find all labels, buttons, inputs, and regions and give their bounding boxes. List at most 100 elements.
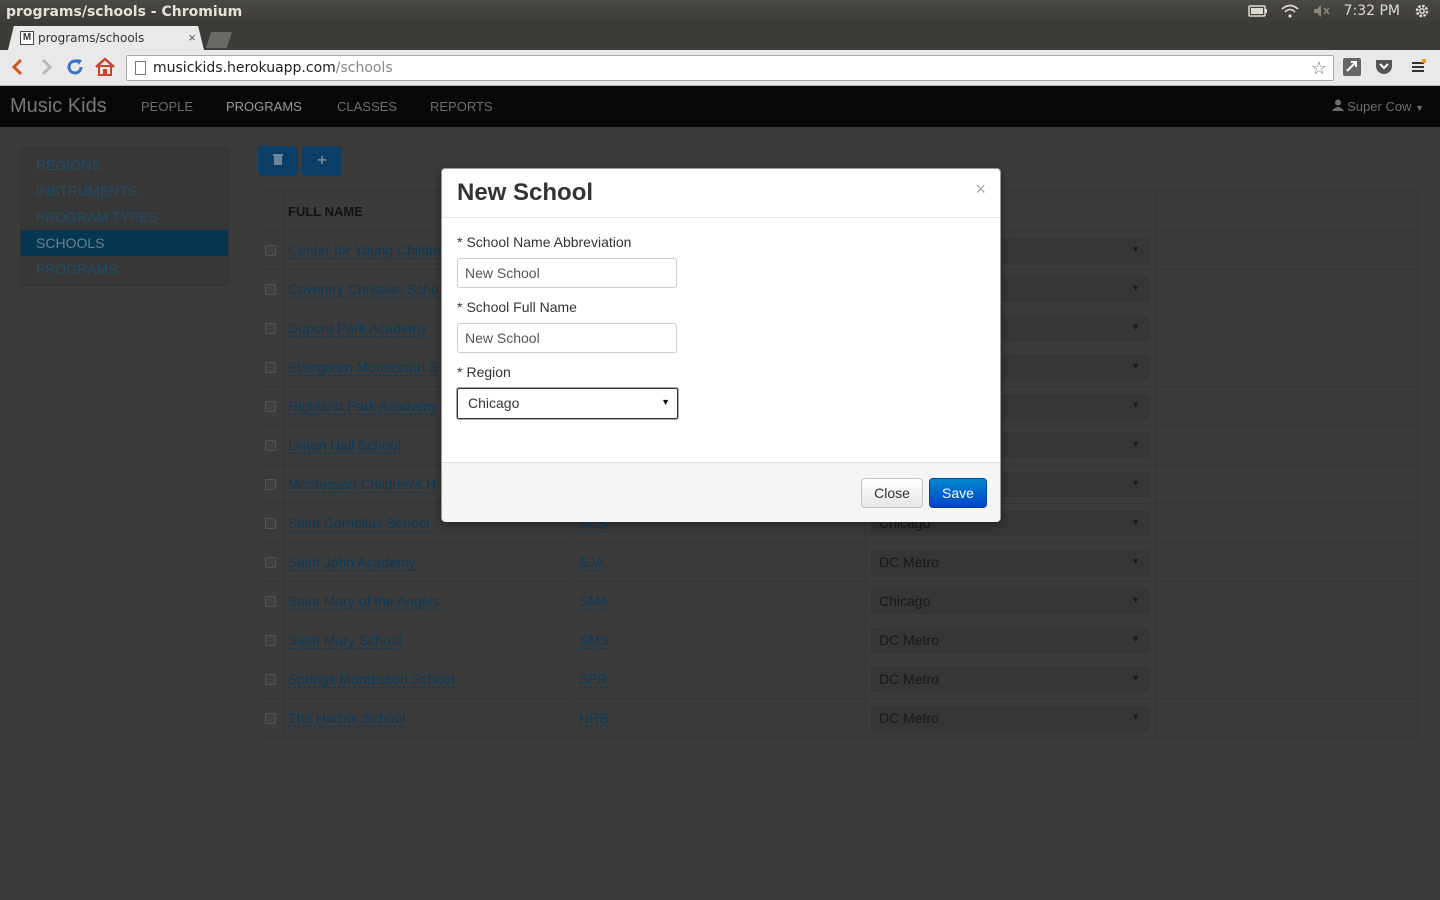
row-checkbox[interactable] xyxy=(265,401,276,412)
favicon-icon: M xyxy=(20,31,34,45)
region-selected-value: Chicago xyxy=(468,395,520,411)
region-value: DC Metro xyxy=(879,710,939,726)
school-name-link[interactable]: Saint John Academy xyxy=(288,554,416,571)
forward-button[interactable] xyxy=(36,56,58,78)
new-school-modal: New School × *School Name Abbreviation *… xyxy=(441,168,1001,522)
region-label: * Region xyxy=(457,364,511,380)
system-tray: 7:32 PM xyxy=(1247,3,1432,19)
sidebar-item-program-types[interactable]: PROGRAM TYPES xyxy=(21,204,228,230)
school-name-link[interactable]: Highland Park Academy xyxy=(288,398,438,415)
school-abbr-link[interactable]: SMA xyxy=(579,593,610,610)
school-name-link[interactable]: The Harbor School xyxy=(288,710,406,727)
user-icon xyxy=(1331,99,1348,114)
dropdown-caret-icon: ▼ xyxy=(1131,673,1140,683)
school-name-link[interactable]: Center for Young Childre xyxy=(288,242,442,259)
new-tab-button[interactable] xyxy=(206,32,232,48)
back-button[interactable] xyxy=(6,56,28,78)
app-navbar: Music Kids PEOPLE PROGRAMS CLASSES REPOR… xyxy=(0,86,1440,127)
dropdown-caret-icon: ▼ xyxy=(1131,439,1140,449)
school-abbr-link[interactable]: SPR xyxy=(579,671,608,688)
row-checkbox[interactable] xyxy=(265,635,276,646)
required-mark: * xyxy=(457,234,463,250)
school-abbr-link[interactable]: HRB xyxy=(579,710,609,727)
browser-tab[interactable]: M programs/schools × xyxy=(8,26,204,50)
add-school-button[interactable]: + xyxy=(302,146,342,176)
dropdown-caret-icon: ▼ xyxy=(1131,712,1140,722)
row-checkbox[interactable] xyxy=(265,440,276,451)
school-name-link[interactable]: Linton Hall School xyxy=(288,437,401,454)
sidebar-item-regions[interactable]: REGIONS xyxy=(21,152,228,178)
required-mark: * xyxy=(457,364,463,380)
row-checkbox[interactable] xyxy=(265,518,276,529)
row-checkbox[interactable] xyxy=(265,362,276,373)
sidebar-item-schools[interactable]: SCHOOLS xyxy=(21,230,228,256)
row-checkbox[interactable] xyxy=(265,245,276,256)
reload-button[interactable] xyxy=(64,56,86,78)
pocket-icon[interactable] xyxy=(1373,56,1395,78)
region-select[interactable]: DC Metro ▼ xyxy=(871,706,1149,731)
region-value: DC Metro xyxy=(879,632,939,648)
page-icon xyxy=(135,61,146,75)
close-button[interactable]: Close xyxy=(861,478,923,508)
school-name-link[interactable]: Coventry Christian Scho xyxy=(288,281,439,298)
menu-icon[interactable] xyxy=(1407,56,1429,78)
window-title: programs/schools - Chromium xyxy=(6,4,243,20)
row-checkbox[interactable] xyxy=(265,596,276,607)
home-button[interactable] xyxy=(94,56,116,78)
abbr-field[interactable] xyxy=(457,258,677,288)
tab-close-icon[interactable]: × xyxy=(188,30,196,45)
school-name-link[interactable]: Saint Mary of the Angels xyxy=(288,593,440,610)
battery-icon[interactable] xyxy=(1247,3,1268,19)
user-menu[interactable]: Super Cow ▼ xyxy=(1331,99,1424,114)
region-select[interactable]: DC Metro ▼ xyxy=(871,667,1149,692)
browser-toolbar: musickids.herokuapp.com/schools ☆ xyxy=(0,50,1440,86)
trash-icon xyxy=(273,152,283,170)
delete-button[interactable] xyxy=(258,146,298,176)
table-row: The Harbor School HRB DC Metro ▼ xyxy=(259,699,1417,738)
wifi-icon[interactable] xyxy=(1280,3,1300,19)
nav-item-people[interactable]: PEOPLE xyxy=(141,99,193,114)
school-name-link[interactable]: Evergreen Montessori S xyxy=(288,359,439,376)
address-bar[interactable]: musickids.herokuapp.com/schools ☆ xyxy=(126,55,1334,81)
modal-header-divider xyxy=(442,217,1000,218)
region-select[interactable]: DC Metro ▼ xyxy=(871,628,1149,653)
school-name-link[interactable]: Montessori Children's H xyxy=(288,476,437,493)
save-button[interactable]: Save xyxy=(929,478,987,508)
nav-item-classes[interactable]: CLASSES xyxy=(337,99,397,114)
row-checkbox[interactable] xyxy=(265,674,276,685)
full-name-field[interactable] xyxy=(457,323,677,353)
region-select[interactable]: DC Metro ▼ xyxy=(871,550,1149,575)
school-name-link[interactable]: Springs Montessori School xyxy=(288,671,455,688)
region-select[interactable]: Chicago ▼ xyxy=(871,589,1149,614)
sidebar-item-programs[interactable]: PROGRAMS xyxy=(21,256,228,282)
bookmark-star-icon[interactable]: ☆ xyxy=(1311,58,1327,79)
row-checkbox[interactable] xyxy=(265,323,276,334)
dropdown-caret-icon: ▼ xyxy=(661,397,670,407)
row-checkbox[interactable] xyxy=(265,557,276,568)
volume-muted-icon[interactable] xyxy=(1312,3,1332,19)
school-name-link[interactable]: Dupont Park Academy xyxy=(288,320,428,337)
dropdown-caret-icon: ▼ xyxy=(1131,283,1140,293)
modal-close-icon[interactable]: × xyxy=(975,179,986,200)
dropdown-caret-icon: ▼ xyxy=(1131,517,1140,527)
chevron-down-icon: ▼ xyxy=(1415,103,1424,113)
nav-item-programs[interactable]: PROGRAMS xyxy=(226,99,302,114)
settings-gear-icon[interactable] xyxy=(1412,3,1432,19)
nav-item-reports[interactable]: REPORTS xyxy=(430,99,493,114)
school-abbr-link[interactable]: SMS xyxy=(579,632,610,649)
school-name-link[interactable]: Saint Cornelius School xyxy=(288,515,430,532)
dropdown-caret-icon: ▼ xyxy=(1131,595,1140,605)
row-checkbox[interactable] xyxy=(265,713,276,724)
brand-logo[interactable]: Music Kids xyxy=(10,95,107,118)
school-abbr-link[interactable]: SJA xyxy=(579,554,605,571)
extension-icon[interactable] xyxy=(1341,56,1363,78)
sidebar-item-instruments[interactable]: INSTRUMENTS xyxy=(21,178,228,204)
table-row: Saint John Academy SJA DC Metro ▼ xyxy=(259,543,1417,582)
row-checkbox[interactable] xyxy=(265,479,276,490)
clock[interactable]: 7:32 PM xyxy=(1344,3,1400,19)
column-header-full-name[interactable]: FULL NAME xyxy=(288,204,363,219)
modal-title: New School xyxy=(457,179,594,206)
school-name-link[interactable]: Saint Mary School xyxy=(288,632,402,649)
row-checkbox[interactable] xyxy=(265,284,276,295)
region-select[interactable]: Chicago ▼ xyxy=(457,388,678,419)
